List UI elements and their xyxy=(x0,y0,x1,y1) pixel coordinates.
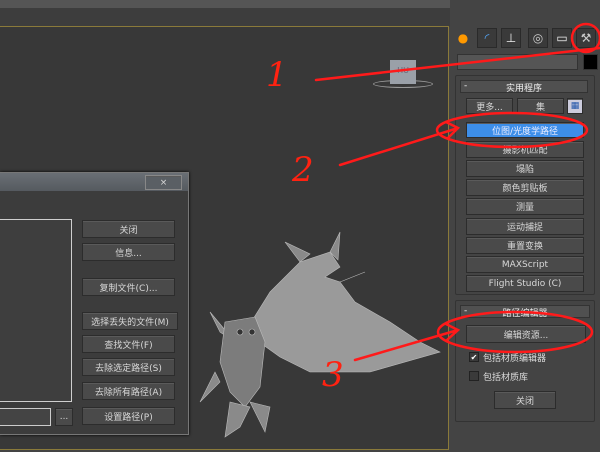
annotation-number-2: 2 xyxy=(292,150,314,190)
annotation-number-3: 3 xyxy=(322,355,344,395)
red-annotations xyxy=(314,22,600,362)
annotation-number-1: 1 xyxy=(266,55,288,95)
